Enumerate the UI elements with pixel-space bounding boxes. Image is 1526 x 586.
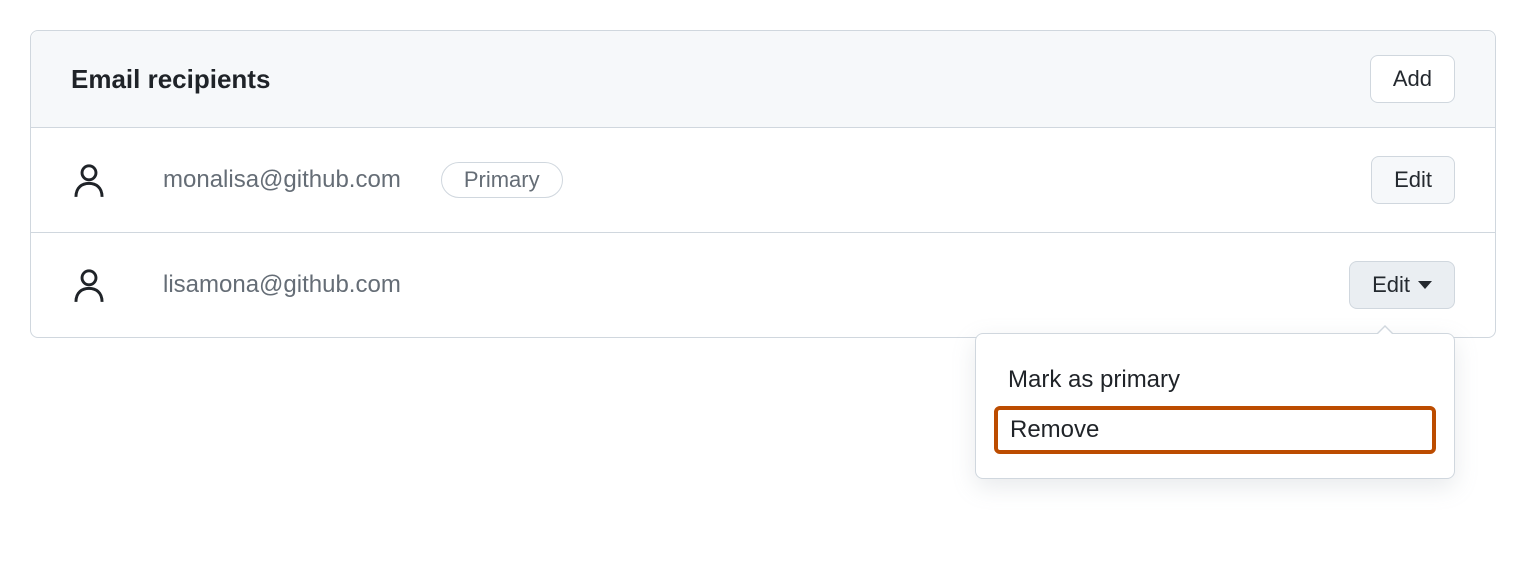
edit-dropdown-menu: Mark as primary Remove	[975, 333, 1455, 479]
primary-badge: Primary	[441, 162, 563, 198]
panel-header: Email recipients Add	[31, 31, 1495, 128]
mark-as-primary-item[interactable]: Mark as primary	[994, 358, 1436, 402]
caret-down-icon	[1418, 281, 1432, 289]
dropdown-arrow-icon	[1376, 325, 1394, 334]
email-recipients-panel: Email recipients Add monalisa@github.com…	[30, 30, 1496, 338]
recipient-email: monalisa@github.com	[163, 166, 401, 194]
remove-item[interactable]: Remove	[994, 406, 1436, 454]
recipient-email: lisamona@github.com	[163, 271, 401, 299]
add-button[interactable]: Add	[1370, 55, 1455, 103]
edit-dropdown-button[interactable]: Edit	[1349, 261, 1455, 309]
recipient-row: monalisa@github.com Primary Edit	[31, 128, 1495, 233]
recipient-row: lisamona@github.com Edit Mark as primary…	[31, 233, 1495, 337]
panel-title: Email recipients	[71, 64, 270, 95]
person-icon	[71, 162, 107, 198]
person-icon	[71, 267, 107, 303]
edit-button-label: Edit	[1372, 272, 1410, 298]
edit-button[interactable]: Edit	[1371, 156, 1455, 204]
